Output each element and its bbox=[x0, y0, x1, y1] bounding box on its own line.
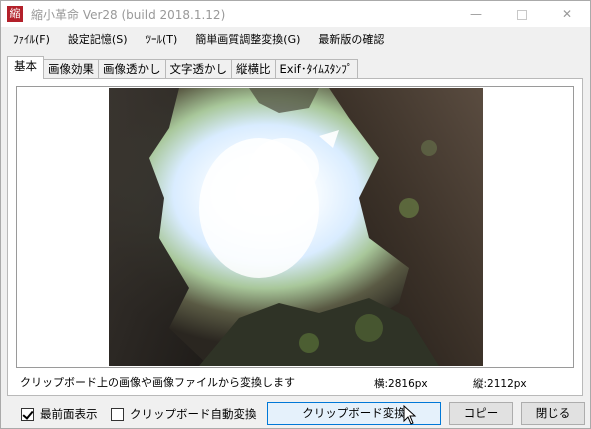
preview-frame bbox=[16, 86, 574, 368]
checkbox-checked-icon[interactable] bbox=[21, 407, 34, 421]
title-bar[interactable]: 縮 縮小革命 Ver28 (build 2018.1.12) — ✕ bbox=[1, 1, 590, 27]
checkbox-unchecked-icon[interactable] bbox=[111, 407, 124, 421]
tab-strip: 基本 画像効果 画像透かし 文字透かし 縦横比 Exif･ﾀｲﾑｽﾀﾝﾌﾟ bbox=[7, 56, 358, 79]
clipboard-auto-convert-label: クリップボード自動変換 bbox=[130, 407, 257, 421]
menu-bar: ﾌｧｲﾙ(F) 設定記憶(S) ﾂｰﾙ(T) 簡単画質調整変換(G) 最新版の確… bbox=[1, 28, 590, 50]
image-height: 縦:2112px bbox=[473, 378, 527, 390]
maximize-button[interactable] bbox=[499, 1, 545, 27]
menu-settings-memory[interactable]: 設定記憶(S) bbox=[62, 31, 134, 47]
menu-tools[interactable]: ﾂｰﾙ(T) bbox=[140, 31, 184, 47]
window-title: 縮小革命 Ver28 (build 2018.1.12) bbox=[31, 8, 226, 22]
always-on-top-label: 最前面表示 bbox=[40, 407, 98, 421]
tab-aspect-ratio[interactable]: 縦横比 bbox=[231, 59, 276, 79]
tab-basic[interactable]: 基本 bbox=[7, 56, 44, 79]
close-window-button[interactable]: ✕ bbox=[544, 1, 590, 27]
tab-text-watermark[interactable]: 文字透かし bbox=[164, 59, 232, 79]
tab-image-watermark[interactable]: 画像透かし bbox=[98, 59, 166, 79]
image-width: 横:2816px bbox=[374, 378, 428, 390]
tab-image-effects[interactable]: 画像効果 bbox=[43, 59, 99, 79]
always-on-top-checkbox[interactable]: 最前面表示 bbox=[21, 406, 98, 422]
mouse-cursor-icon bbox=[403, 405, 417, 425]
app-icon[interactable]: 縮 bbox=[7, 6, 23, 22]
menu-check-latest-version[interactable]: 最新版の確認 bbox=[312, 31, 390, 47]
cave-photo-image bbox=[109, 88, 483, 366]
clipboard-auto-convert-checkbox[interactable]: クリップボード自動変換 bbox=[111, 406, 257, 422]
tab-panel-basic: クリップボード上の画像や画像ファイルから変換します 横:2816px 縦:211… bbox=[7, 78, 583, 396]
cave-photo-svg bbox=[109, 88, 483, 366]
app-window: 縮 縮小革命 Ver28 (build 2018.1.12) — ✕ ﾌｧｲﾙ(… bbox=[0, 0, 591, 429]
close-button[interactable]: 閉じる bbox=[521, 402, 585, 425]
menu-file[interactable]: ﾌｧｲﾙ(F) bbox=[7, 31, 56, 47]
tab-exif-timestamp[interactable]: Exif･ﾀｲﾑｽﾀﾝﾌﾟ bbox=[274, 59, 358, 79]
menu-quick-quality-convert[interactable]: 簡単画質調整変換(G) bbox=[189, 31, 306, 47]
status-message: クリップボード上の画像や画像ファイルから変換します bbox=[20, 376, 295, 389]
maximize-icon bbox=[517, 9, 527, 20]
copy-button[interactable]: コピー bbox=[449, 402, 513, 425]
minimize-button[interactable]: — bbox=[453, 1, 499, 27]
